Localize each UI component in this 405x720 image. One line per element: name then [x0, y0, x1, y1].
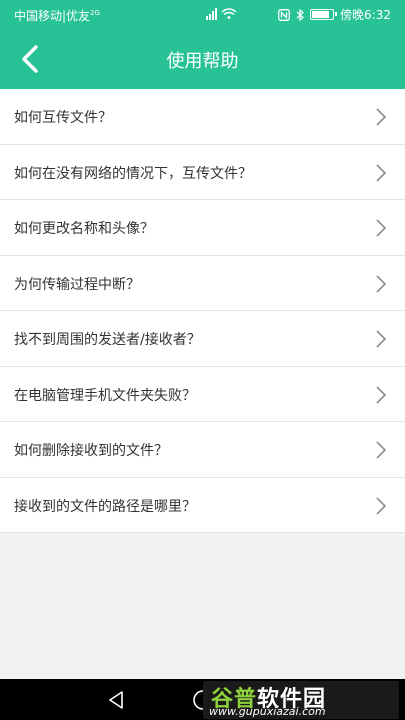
help-item[interactable]: 如何互传文件？	[0, 89, 405, 145]
page-title: 使用帮助	[166, 51, 239, 72]
chevron-right-icon	[376, 496, 387, 515]
watermark-url: www.gupuxiazai.com	[209, 705, 326, 718]
bluetooth-icon	[296, 8, 304, 21]
chevron-right-icon	[376, 163, 387, 182]
help-item-label: 找不到周围的发送者/接收者？	[14, 332, 201, 348]
help-item-label: 如何互传文件？	[14, 110, 112, 126]
help-item-label: 在电脑管理手机文件夹失败？	[14, 387, 196, 404]
nav-back-button[interactable]	[103, 687, 129, 713]
triangle-back-icon	[109, 691, 123, 709]
help-item-label: 如何更改名称和头像？	[14, 221, 154, 237]
chevron-right-icon	[376, 274, 387, 293]
status-right: 傍晚6:32	[278, 6, 391, 23]
status-bar: 中国移动|优友2G 傍晚6:32	[0, 0, 405, 30]
help-item[interactable]: 在电脑管理手机文件夹失败？	[0, 367, 405, 422]
app-header: 中国移动|优友2G 傍晚6:32 使用帮助	[0, 0, 405, 89]
help-item-label: 如何删除接收到的文件？	[14, 443, 168, 459]
battery-icon	[310, 9, 338, 20]
nfc-icon	[278, 8, 290, 21]
help-item-label: 接收到的文件的路径是哪里？	[14, 498, 196, 515]
help-item[interactable]: 如何更改名称和头像？	[0, 200, 405, 256]
signal-wifi-icons	[206, 8, 240, 23]
chevron-right-icon	[376, 108, 387, 126]
chevron-right-icon	[376, 330, 387, 348]
chevron-right-icon	[376, 441, 387, 459]
help-item[interactable]: 接收到的文件的路径是哪里？	[0, 478, 405, 533]
chevron-right-icon	[376, 219, 387, 237]
help-item[interactable]: 如何删除接收到的文件？	[0, 422, 405, 478]
clock: 傍晚6:32	[340, 8, 391, 22]
help-item-label: 为何传输过程中断？	[14, 276, 140, 293]
watermark-logo: 谷普软件园 www.gupuxiazai.com	[203, 681, 399, 719]
help-item[interactable]: 如何在没有网络的情况下，互传文件？	[0, 145, 405, 200]
help-item-label: 如何在没有网络的情况下，互传文件？	[14, 165, 252, 182]
chevron-right-icon	[376, 385, 387, 404]
help-item[interactable]: 找不到周围的发送者/接收者？	[0, 311, 405, 367]
system-nav-bar: 谷普软件园 www.gupuxiazai.com	[0, 679, 405, 720]
help-item[interactable]: 为何传输过程中断？	[0, 256, 405, 311]
help-list: 如何互传文件？ 如何在没有网络的情况下，互传文件？ 如何更改名称和头像？ 为何传…	[0, 89, 405, 533]
signal-icon	[206, 8, 237, 20]
carrier-text: 中国移动|优友2G	[14, 9, 100, 23]
